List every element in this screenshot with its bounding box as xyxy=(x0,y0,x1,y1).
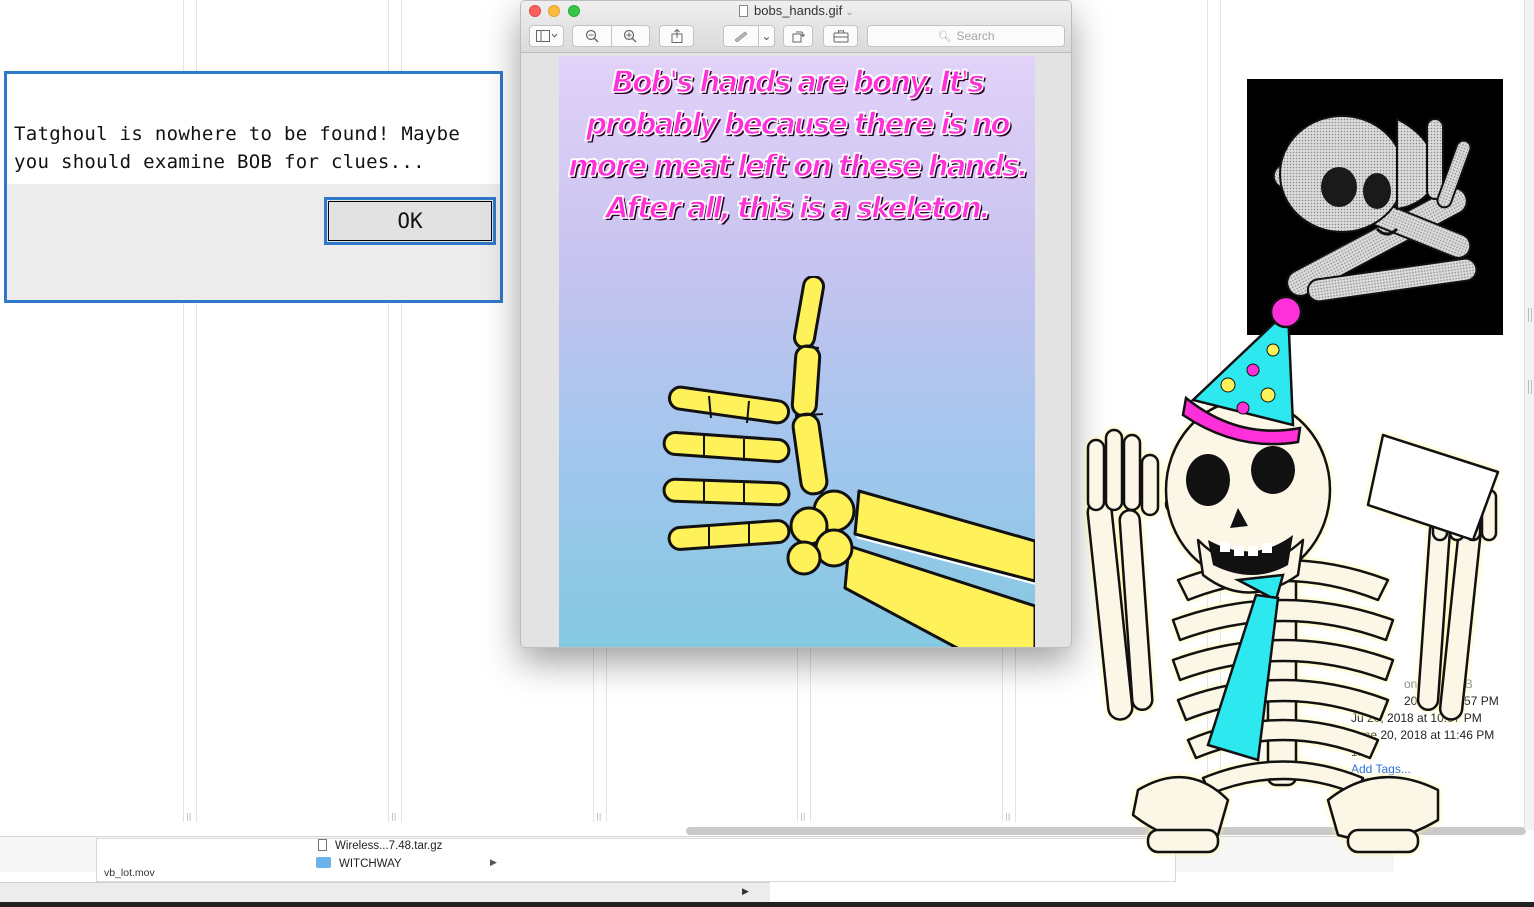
column-resize-grip-icon[interactable]: || xyxy=(800,812,806,822)
zoom-in-icon[interactable] xyxy=(610,26,650,46)
zoom-control[interactable] xyxy=(572,25,650,47)
markup-control[interactable]: ⌄ xyxy=(723,25,775,47)
column-resize-grip-icon[interactable]: || xyxy=(596,812,602,822)
scroll-right-arrow-icon[interactable]: ▶ xyxy=(742,886,749,897)
party-skeleton-sticker xyxy=(1086,295,1500,854)
search-placeholder: Search xyxy=(956,29,995,43)
gif-file-icon xyxy=(739,5,748,17)
zoom-button[interactable] xyxy=(568,5,580,17)
file-row-archive[interactable]: Wireless...7.48.tar.gz xyxy=(318,839,442,852)
folder-icon xyxy=(316,857,331,868)
rotate-icon xyxy=(792,31,805,43)
preview-window: bobs_hands.gif ⌄ ⌄ 🔍︎ Search Bob's hands… xyxy=(520,0,1072,648)
window-title-text: bobs_hands.gif xyxy=(754,3,843,18)
window-title[interactable]: bobs_hands.gif ⌄ xyxy=(739,3,854,18)
background-file-list xyxy=(96,838,1176,882)
folder-row-witchway[interactable]: WITCHWAY xyxy=(316,857,402,870)
skeleton-hand-illustration xyxy=(662,276,1035,647)
share-icon xyxy=(671,29,682,43)
retro-alert-dialog: Tatghoul is nowhere to be found! Maybe y… xyxy=(4,71,503,303)
sidebar-toggle-button[interactable] xyxy=(529,25,564,47)
file-name: vb_lot.mov xyxy=(104,867,155,879)
ok-button[interactable]: OK xyxy=(324,197,496,245)
rotate-button[interactable] xyxy=(783,25,813,47)
scrollbar-grip-icon[interactable] xyxy=(1528,308,1532,322)
minimize-button[interactable] xyxy=(548,5,560,17)
file-name: Wireless...7.48.tar.gz xyxy=(335,840,443,852)
folder-name: WITCHWAY xyxy=(339,858,402,870)
sidebar-icon xyxy=(535,30,557,42)
search-field[interactable]: 🔍︎ Search xyxy=(867,25,1065,47)
toolbox-icon xyxy=(833,29,848,42)
gif-caption: Bob's hands are bony. It's probably beca… xyxy=(567,64,1029,227)
column-resize-grip-icon[interactable]: || xyxy=(391,812,397,822)
vertical-scrollbar[interactable] xyxy=(1524,0,1534,830)
preview-titlebar: bobs_hands.gif ⌄ ⌄ 🔍︎ Search xyxy=(521,1,1071,53)
chevron-down-icon[interactable]: ⌄ xyxy=(758,26,774,46)
bottom-scrollbar-track[interactable] xyxy=(0,882,770,902)
pen-icon[interactable] xyxy=(724,26,758,46)
share-button[interactable] xyxy=(659,25,694,47)
file-row-movie[interactable]: vb_lot.mov xyxy=(104,867,155,879)
column-resize-grip-icon[interactable]: || xyxy=(1005,812,1011,822)
disclosure-arrow-icon[interactable]: ▶ xyxy=(490,857,497,868)
gif-image: Bob's hands are bony. It's probably beca… xyxy=(559,56,1035,647)
toolbox-button[interactable] xyxy=(823,25,858,47)
dialog-message: Tatghoul is nowhere to be found! Maybe y… xyxy=(14,123,461,173)
scrollbar-grip-icon[interactable] xyxy=(1528,380,1532,394)
screen-edge xyxy=(0,902,1534,907)
zoom-out-icon[interactable] xyxy=(573,26,611,46)
archive-file-icon xyxy=(318,839,327,851)
column-resize-grip-icon[interactable]: || xyxy=(186,812,192,822)
close-button[interactable] xyxy=(529,5,541,17)
chevron-down-icon: ⌄ xyxy=(845,7,854,18)
search-icon: 🔍︎ xyxy=(937,29,952,43)
